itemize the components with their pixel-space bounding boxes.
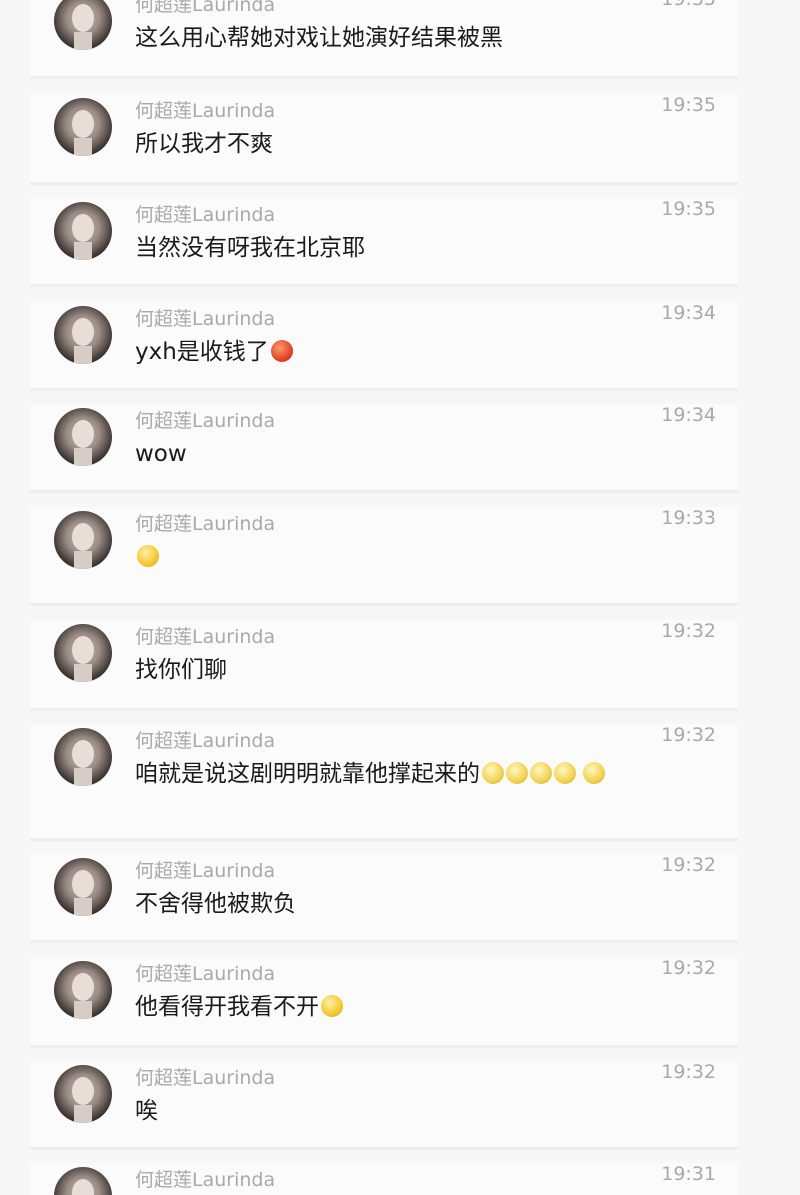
message-text: 不舍得他被欺负: [135, 891, 296, 917]
crying-emoji-icon: [554, 762, 576, 784]
message-time: 19:32: [661, 957, 716, 979]
message-time: 19:35: [661, 94, 716, 116]
message-text: 所以我才不爽: [135, 131, 273, 157]
message-text: 咱就是说这剧明明就靠他撑起来的: [135, 757, 668, 791]
chat-message[interactable]: 何超莲Laurinda 19:32 找你们聊: [30, 620, 738, 708]
chat-message[interactable]: 何超莲Laurinda 19:35 所以我才不爽: [30, 94, 738, 182]
message-text: 这么用心帮她对戏让她演好结果被黑: [135, 25, 503, 51]
avatar[interactable]: [54, 306, 112, 364]
chat-message[interactable]: 何超莲Laurinda 19:33: [30, 507, 738, 603]
divider: [30, 182, 738, 185]
sender-name: 何超莲Laurinda: [135, 860, 276, 882]
chat-message[interactable]: 何超莲Laurinda 19:31: [30, 1163, 738, 1195]
chat-message[interactable]: 何超莲Laurinda 19:32 他看得开我看不开: [30, 957, 738, 1045]
laughing-crying-emoji-icon: [321, 995, 343, 1017]
message-text: 唉: [135, 1098, 158, 1124]
message-time: 19:32: [661, 1061, 716, 1083]
message-time: 19:32: [661, 620, 716, 642]
divider: [30, 284, 738, 287]
avatar[interactable]: [54, 0, 112, 50]
chat-message[interactable]: 何超莲Laurinda 19:32 咱就是说这剧明明就靠他撑起来的: [30, 724, 738, 838]
crying-emoji-icon: [506, 762, 528, 784]
avatar[interactable]: [54, 624, 112, 682]
sender-name: 何超莲Laurinda: [135, 100, 276, 122]
chat-message[interactable]: 何超莲Laurinda 19:32 不舍得他被欺负: [30, 854, 738, 940]
sender-name: 何超莲Laurinda: [135, 410, 276, 432]
chat-message[interactable]: 何超莲Laurinda 19:32 唉: [30, 1061, 738, 1147]
sender-name: 何超莲Laurinda: [135, 204, 276, 226]
message-time: 19:35: [661, 198, 716, 220]
avatar[interactable]: [54, 408, 112, 466]
message-text: wow: [135, 441, 187, 467]
sender-name: 何超莲Laurinda: [135, 513, 276, 535]
message-text: yxh是收钱了: [135, 335, 668, 369]
sender-name: 何超莲Laurinda: [135, 963, 276, 985]
message-time: 19:33: [661, 507, 716, 529]
sender-name: 何超莲Laurinda: [135, 730, 276, 752]
divider: [30, 603, 738, 606]
message-time: 19:32: [661, 854, 716, 876]
chat-message-list: 何超莲Laurinda 19:35 这么用心帮她对戏让她演好结果被黑 何超莲La…: [0, 0, 800, 1195]
message-text: 找你们聊: [135, 657, 227, 683]
divider: [30, 838, 738, 841]
angry-emoji-icon: [270, 340, 293, 362]
chat-message[interactable]: 何超莲Laurinda 19:35 当然没有呀我在北京耶: [30, 198, 738, 284]
message-text: [135, 540, 668, 574]
divider: [30, 708, 738, 711]
avatar[interactable]: [54, 1065, 112, 1123]
avatar[interactable]: [54, 1167, 112, 1195]
shocked-emoji-icon: [137, 545, 159, 567]
message-time: 19:31: [661, 1163, 716, 1185]
avatar[interactable]: [54, 728, 112, 786]
crying-emoji-icon: [530, 762, 552, 784]
crying-emoji-icon: [583, 762, 606, 784]
message-time: 19:32: [661, 724, 716, 746]
chat-message[interactable]: 何超莲Laurinda 19:35 这么用心帮她对戏让她演好结果被黑: [30, 0, 738, 76]
avatar[interactable]: [54, 961, 112, 1019]
divider: [30, 1147, 738, 1150]
divider: [30, 76, 738, 79]
divider: [30, 1045, 738, 1048]
sender-name: 何超莲Laurinda: [135, 308, 276, 330]
sender-name: 何超莲Laurinda: [135, 0, 276, 16]
divider: [30, 490, 738, 493]
chat-message[interactable]: 何超莲Laurinda 19:34 wow: [30, 404, 738, 490]
sender-name: 何超莲Laurinda: [135, 1169, 276, 1191]
divider: [30, 388, 738, 391]
chat-message[interactable]: 何超莲Laurinda 19:34 yxh是收钱了: [30, 302, 738, 388]
crying-emoji-icon: [482, 762, 504, 784]
message-text: 他看得开我看不开: [135, 990, 668, 1024]
message-text: 当然没有呀我在北京耶: [135, 235, 365, 261]
avatar[interactable]: [54, 858, 112, 916]
message-time: 19:34: [661, 302, 716, 324]
avatar[interactable]: [54, 98, 112, 156]
avatar[interactable]: [54, 511, 112, 569]
sender-name: 何超莲Laurinda: [135, 1067, 276, 1089]
sender-name: 何超莲Laurinda: [135, 626, 276, 648]
message-time: 19:34: [661, 404, 716, 426]
avatar[interactable]: [54, 202, 112, 260]
message-time: 19:35: [661, 0, 716, 10]
divider: [30, 940, 738, 943]
